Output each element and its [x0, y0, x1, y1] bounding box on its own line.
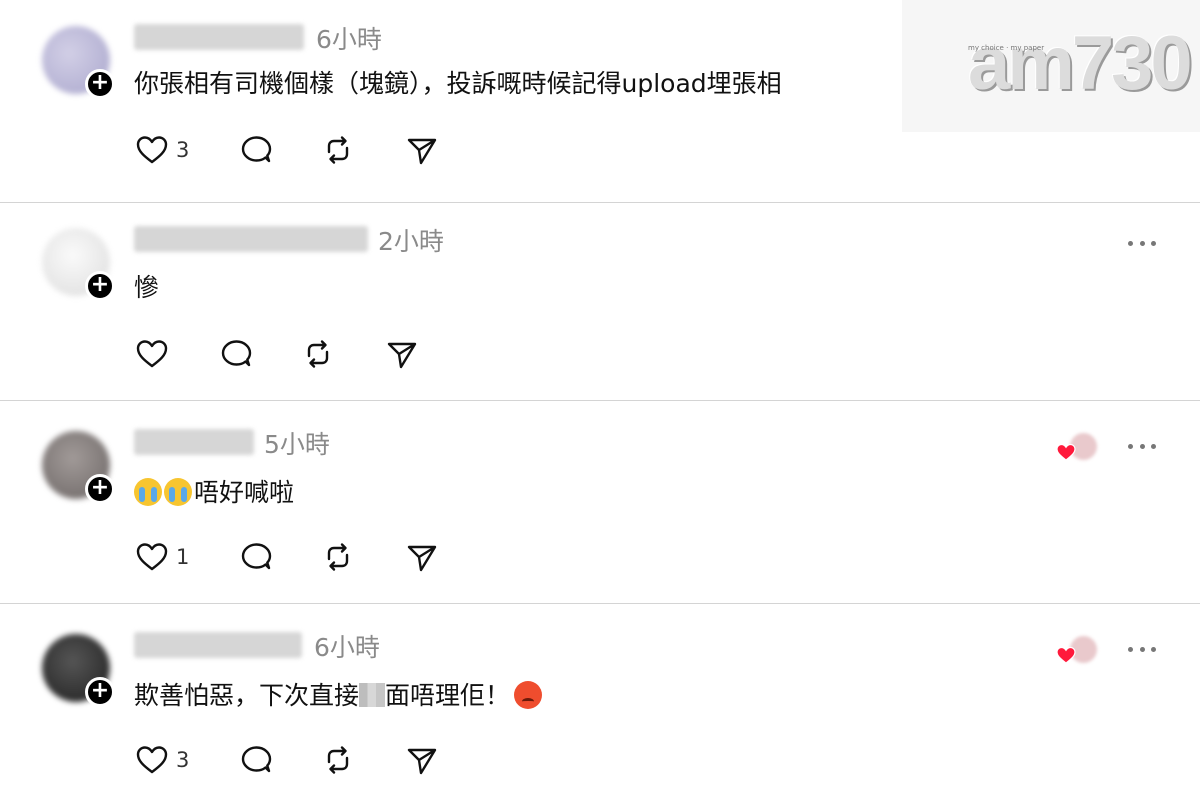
reply-button[interactable]	[238, 132, 274, 168]
heart-icon	[136, 340, 168, 368]
comment-post: + 5小時 唔好喊啦 1	[0, 401, 1200, 604]
comment-feed: am730 my choice · my paper + 6小時 你張相有司機個…	[0, 0, 1200, 800]
share-button[interactable]	[404, 539, 440, 575]
like-button[interactable]	[134, 336, 170, 372]
repost-icon	[327, 136, 349, 164]
comment-post: + 2小時 慘	[0, 198, 1200, 401]
share-icon	[407, 748, 437, 775]
username-redacted[interactable]	[134, 429, 254, 455]
repost-icon	[307, 340, 329, 368]
repost-button[interactable]	[320, 539, 356, 575]
reply-button[interactable]	[238, 539, 274, 575]
post-timestamp: 5小時	[264, 430, 330, 459]
username-redacted[interactable]	[134, 632, 302, 658]
comment-icon	[221, 340, 252, 367]
username-redacted[interactable]	[134, 24, 304, 50]
share-icon	[407, 138, 437, 165]
enraged-face-icon	[514, 681, 543, 709]
more-icon	[1128, 240, 1133, 246]
comment-post: + 6小時 你張相有司機個樣（塊鏡），投訴嘅時候記得upload埋張相 3	[0, 0, 1200, 203]
heart-icon	[136, 136, 168, 164]
loudly-crying-face-icon	[164, 478, 192, 506]
repost-icon	[327, 543, 349, 571]
like-count: 3	[176, 748, 190, 772]
repost-icon	[327, 746, 349, 774]
post-timestamp: 6小時	[314, 633, 380, 662]
like-button[interactable]: 3	[134, 742, 189, 778]
heart-filled-icon	[1056, 443, 1076, 461]
like-count: 1	[176, 545, 190, 569]
post-text-body: 唔好喊啦	[194, 478, 295, 507]
post-timestamp: 6小時	[316, 25, 382, 54]
comment-icon	[241, 746, 272, 773]
more-options-button[interactable]	[1128, 642, 1156, 656]
share-icon	[407, 545, 437, 572]
more-options-button[interactable]	[1128, 236, 1156, 250]
like-button[interactable]: 1	[134, 539, 189, 575]
comment-icon	[241, 543, 272, 570]
liked-by-avatars[interactable]	[1056, 636, 1097, 666]
avatar[interactable]: +	[42, 228, 115, 301]
share-button[interactable]	[384, 336, 420, 372]
repost-button[interactable]	[320, 742, 356, 778]
more-options-button[interactable]	[1128, 439, 1156, 453]
follow-plus-icon[interactable]: +	[85, 271, 115, 301]
more-icon	[1128, 443, 1133, 449]
follow-plus-icon[interactable]: +	[85, 474, 115, 504]
post-text-before: 欺善怕惡，下次直接	[134, 681, 360, 710]
avatar[interactable]: +	[42, 26, 115, 99]
heart-filled-icon	[1056, 646, 1076, 664]
like-count: 3	[176, 138, 190, 162]
post-text: 欺善怕惡，下次直接 面唔理佢！	[134, 676, 544, 712]
loudly-crying-face-icon	[134, 478, 162, 506]
censored-character	[359, 683, 386, 707]
avatar[interactable]: +	[42, 431, 115, 504]
more-icon	[1128, 646, 1133, 652]
heart-icon	[136, 543, 168, 571]
post-timestamp: 2小時	[378, 227, 444, 256]
comment-icon	[241, 136, 272, 163]
post-text-after: 面唔理佢！	[385, 681, 511, 710]
share-button[interactable]	[404, 742, 440, 778]
reply-button[interactable]	[218, 336, 254, 372]
reply-button[interactable]	[238, 742, 274, 778]
follow-plus-icon[interactable]: +	[85, 677, 115, 707]
repost-button[interactable]	[300, 336, 336, 372]
follow-plus-icon[interactable]: +	[85, 69, 115, 99]
username-redacted[interactable]	[134, 226, 368, 252]
avatar[interactable]: +	[42, 634, 115, 707]
post-text: 你張相有司機個樣（塊鏡），投訴嘅時候記得upload埋張相	[134, 69, 782, 98]
share-icon	[387, 342, 417, 369]
share-button[interactable]	[404, 132, 440, 168]
repost-button[interactable]	[320, 132, 356, 168]
post-text: 慘	[134, 273, 160, 302]
comment-post: + 6小時 欺善怕惡，下次直接 面唔理佢！ 3	[0, 604, 1200, 800]
heart-icon	[136, 746, 168, 774]
like-button[interactable]: 3	[134, 132, 189, 168]
liked-by-avatars[interactable]	[1056, 433, 1097, 463]
post-text: 唔好喊啦	[134, 473, 294, 509]
